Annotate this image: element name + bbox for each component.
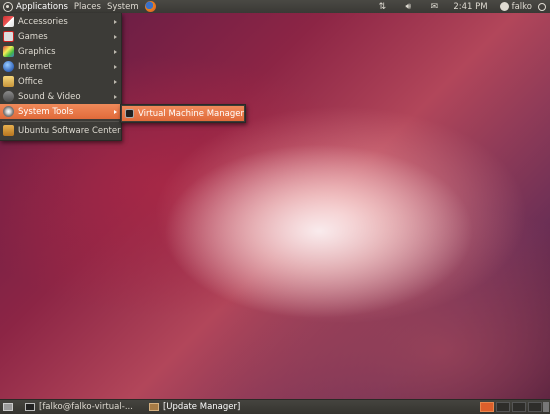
menu-item-internet[interactable]: Internet bbox=[0, 59, 121, 74]
volume-icon[interactable]: 🔊︎ bbox=[403, 2, 413, 12]
workspace-switcher bbox=[478, 402, 542, 412]
clock[interactable]: 2:41 PM bbox=[453, 2, 487, 12]
office-icon bbox=[3, 76, 14, 87]
workspace-4[interactable] bbox=[528, 402, 542, 412]
username-label[interactable]: falko bbox=[512, 2, 532, 12]
menu-item-office[interactable]: Office bbox=[0, 74, 121, 89]
games-icon bbox=[3, 31, 14, 42]
update-manager-icon bbox=[148, 403, 159, 411]
graphics-icon bbox=[3, 46, 14, 57]
menu-item-label: Graphics bbox=[18, 46, 56, 57]
taskbar-item-label: [Update Manager] bbox=[162, 402, 241, 412]
software-center-icon bbox=[3, 125, 14, 136]
applications-menu[interactable]: Applications bbox=[16, 2, 68, 12]
taskbar-item-label: [falko@falko-virtual-... bbox=[39, 402, 133, 412]
submenu-arrow-icon bbox=[114, 79, 117, 84]
trash-icon[interactable] bbox=[543, 402, 549, 412]
menu-item-label: Games bbox=[18, 31, 48, 42]
power-icon[interactable] bbox=[538, 2, 546, 11]
system-tools-submenu: Virtual Machine Manager bbox=[120, 104, 246, 123]
menu-item-label: Accessories bbox=[18, 16, 68, 27]
terminal-icon bbox=[25, 403, 35, 411]
taskbar-item-terminal[interactable]: [falko@falko-virtual-... bbox=[21, 401, 137, 413]
menu-item-games[interactable]: Games bbox=[0, 29, 121, 44]
menu-item-graphics[interactable]: Graphics bbox=[0, 44, 121, 59]
menu-item-label: Virtual Machine Manager bbox=[137, 108, 244, 119]
user-status-icon[interactable] bbox=[499, 2, 509, 11]
bottom-panel: [falko@falko-virtual-... [Update Manager… bbox=[0, 399, 550, 414]
taskbar-item-update-manager[interactable]: [Update Manager] bbox=[145, 401, 244, 413]
internet-icon bbox=[3, 61, 14, 72]
system-tools-icon bbox=[3, 106, 14, 117]
workspace-2[interactable] bbox=[496, 402, 510, 412]
submenu-arrow-icon bbox=[114, 49, 117, 54]
ubuntu-logo-icon[interactable] bbox=[3, 1, 13, 12]
sound-video-icon bbox=[3, 91, 14, 102]
submenu-arrow-icon bbox=[114, 64, 117, 69]
virtual-machine-manager-icon bbox=[125, 109, 134, 118]
submenu-arrow-icon bbox=[114, 109, 117, 114]
applications-dropdown: Accessories Games Graphics Internet Offi… bbox=[0, 13, 122, 141]
accessories-icon bbox=[3, 16, 14, 27]
menu-item-label: System Tools bbox=[18, 106, 74, 117]
submenu-arrow-icon bbox=[114, 19, 117, 24]
menu-item-system-tools[interactable]: System Tools bbox=[0, 104, 121, 119]
firefox-launcher-icon[interactable] bbox=[144, 1, 156, 12]
show-desktop-icon[interactable] bbox=[3, 403, 13, 411]
places-menu[interactable]: Places bbox=[74, 2, 101, 12]
menu-item-label: Ubuntu Software Center bbox=[18, 125, 121, 136]
menu-item-virtual-machine-manager[interactable]: Virtual Machine Manager bbox=[122, 106, 244, 121]
system-tray: ⇅ 🔊︎ ✉ 2:41 PM falko bbox=[369, 0, 550, 13]
menu-item-label: Sound & Video bbox=[18, 91, 81, 102]
menu-item-sound-video[interactable]: Sound & Video bbox=[0, 89, 121, 104]
menu-item-label: Office bbox=[18, 76, 43, 87]
submenu-arrow-icon bbox=[114, 94, 117, 99]
menu-item-accessories[interactable]: Accessories bbox=[0, 14, 121, 29]
submenu-arrow-icon bbox=[114, 34, 117, 39]
workspace-3[interactable] bbox=[512, 402, 526, 412]
mail-envelope-icon[interactable]: ✉ bbox=[429, 2, 439, 12]
workspace-1[interactable] bbox=[480, 402, 494, 412]
top-panel: Applications Places System ⇅ 🔊︎ ✉ 2:41 P… bbox=[0, 0, 550, 13]
menu-separator bbox=[2, 121, 119, 122]
menu-item-label: Internet bbox=[18, 61, 52, 72]
system-menu[interactable]: System bbox=[107, 2, 139, 12]
menu-item-software-center[interactable]: Ubuntu Software Center bbox=[0, 123, 121, 138]
network-arrows-icon[interactable]: ⇅ bbox=[377, 2, 387, 12]
